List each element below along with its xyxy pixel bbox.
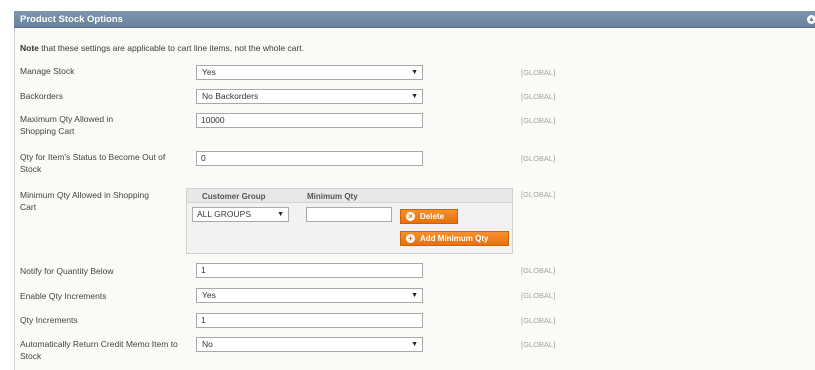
- customer-group-select[interactable]: ALL GROUPS ▼: [192, 207, 289, 222]
- scope-label: [GLOBAL]: [521, 68, 556, 77]
- add-icon: +: [406, 234, 415, 243]
- auto-return-select[interactable]: No ▼: [196, 337, 423, 352]
- manage-stock-label: Manage Stock: [20, 66, 75, 76]
- max-qty-label: Maximum Qty Allowed in Shopping Cart: [20, 114, 114, 136]
- enable-qty-increments-select[interactable]: Yes ▼: [196, 288, 423, 303]
- min-qty-grid: Customer Group Minimum Qty ALL GROUPS ▼ ×…: [186, 188, 513, 254]
- qty-increments-input[interactable]: 1: [196, 313, 423, 328]
- delete-button-label: Delete: [420, 212, 445, 221]
- enable-qty-increments-label: Enable Qty Increments: [20, 291, 107, 301]
- scope-label: [GLOBAL]: [521, 190, 556, 199]
- max-qty-input[interactable]: 10000: [196, 113, 423, 128]
- scope-label: [GLOBAL]: [521, 92, 556, 101]
- auto-return-value: No: [202, 339, 213, 349]
- out-of-stock-qty-label: Qty for Item's Status to Become Out of S…: [20, 152, 166, 174]
- section-header[interactable]: Product Stock Options ▲: [14, 11, 815, 28]
- collapse-icon[interactable]: ▲: [807, 15, 815, 24]
- scope-label: [GLOBAL]: [521, 316, 556, 325]
- dropdown-arrow-icon: ▼: [411, 69, 418, 76]
- section-title: Product Stock Options: [20, 14, 123, 25]
- grid-col-customer-group: Customer Group: [202, 192, 266, 201]
- dropdown-arrow-icon: ▼: [411, 341, 418, 348]
- customer-group-value: ALL GROUPS: [197, 209, 252, 219]
- notify-qty-below-label: Notify for Quantity Below: [20, 266, 114, 276]
- delete-button[interactable]: × Delete: [400, 209, 458, 224]
- enable-qty-increments-value: Yes: [202, 290, 216, 300]
- add-minimum-qty-label: Add Minimum Qty: [420, 234, 489, 243]
- minimum-qty-input[interactable]: [306, 207, 392, 222]
- scope-label: [GLOBAL]: [521, 266, 556, 275]
- dropdown-arrow-icon: ▼: [411, 292, 418, 299]
- scope-label: [GLOBAL]: [521, 116, 556, 125]
- dropdown-arrow-icon: ▼: [411, 93, 418, 100]
- grid-col-minimum-qty: Minimum Qty: [307, 192, 358, 201]
- grid-header: Customer Group Minimum Qty: [187, 189, 512, 203]
- manage-stock-value: Yes: [202, 67, 216, 77]
- note-body: that these settings are applicable to ca…: [38, 43, 304, 53]
- manage-stock-select[interactable]: Yes ▼: [196, 65, 423, 80]
- scope-label: [GLOBAL]: [521, 154, 556, 163]
- qty-increments-label: Qty Increments: [20, 315, 78, 325]
- backorders-select[interactable]: No Backorders ▼: [196, 89, 423, 104]
- backorders-value: No Backorders: [202, 91, 259, 101]
- min-qty-label: Minimum Qty Allowed in Shopping Cart: [20, 190, 149, 212]
- add-minimum-qty-button[interactable]: + Add Minimum Qty: [400, 231, 509, 246]
- dropdown-arrow-icon: ▼: [277, 211, 284, 218]
- auto-return-label: Automatically Return Credit Memo Item to…: [20, 339, 178, 361]
- backorders-label: Backorders: [20, 91, 63, 101]
- notify-qty-below-input[interactable]: 1: [196, 263, 423, 278]
- delete-icon: ×: [406, 212, 415, 221]
- scope-label: [GLOBAL]: [521, 340, 556, 349]
- note-bold: Note: [20, 43, 39, 53]
- scope-label: [GLOBAL]: [521, 291, 556, 300]
- note-text: Note that these settings are applicable …: [20, 43, 304, 53]
- out-of-stock-qty-input[interactable]: 0: [196, 151, 423, 166]
